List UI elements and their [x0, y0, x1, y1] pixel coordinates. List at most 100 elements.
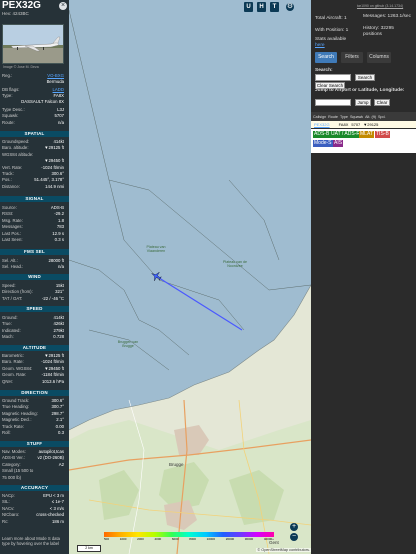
aircraft-callsign: PEX32G [2, 0, 41, 11]
accuracy-row: Rc: 186 m [2, 519, 64, 524]
aircraft-info-panel: PEX32G Hex: 4243BC × Image © Jose M. Dez… [0, 0, 69, 554]
legend-tick: 10000 [206, 537, 216, 541]
row-squawk: 5707 [351, 122, 361, 127]
spatial-key: Baro. altitude: [2, 145, 29, 151]
reg-row: Reg.: VO-BXG [2, 73, 64, 78]
map-zone-label-3: Bruggen van Brugge [117, 340, 139, 348]
tab-columns[interactable]: Columns [367, 52, 391, 63]
reg-link[interactable]: VO-BXG [47, 73, 64, 78]
section-stuff: STUFF [0, 441, 69, 447]
zoom-out-button[interactable]: − [290, 533, 298, 541]
column-header[interactable]: Spd. [378, 115, 386, 119]
section-spatial: SPATIAL [0, 131, 69, 137]
wind-row: TAT / OAT: -22 / -46 °C [2, 296, 64, 301]
legend-tick: 6000 [171, 537, 179, 541]
legend-tick: 20000 [225, 537, 235, 541]
direction-key: Track Rate: [2, 423, 25, 429]
accuracy-value: 186 m [52, 518, 64, 524]
jump-button[interactable]: Jump [355, 99, 371, 106]
speed-key: Ground: [2, 315, 18, 320]
source-badge: Mode-S [313, 140, 333, 147]
wind-value: 321° [55, 289, 64, 295]
column-header[interactable]: Type [340, 115, 348, 119]
map-button-t[interactable]: T [270, 2, 279, 12]
direction-row: Roll: 0.3 [2, 430, 64, 435]
column-header[interactable]: Route [328, 115, 338, 119]
right-sidebar: ◎ O K L V M P I R tar1090 on github (3.1… [311, 0, 416, 554]
search-button[interactable]: Search [355, 74, 375, 81]
ladd-link[interactable]: LADD [53, 87, 64, 92]
signal-key: Source: [2, 205, 17, 210]
map-canvas[interactable] [69, 0, 311, 554]
spatial-row: WGS84 altitude: [2, 152, 64, 157]
altitude-key: Barometric: [2, 353, 24, 358]
direction-value: 300.6° [51, 398, 64, 403]
tab-search[interactable]: Search [315, 52, 337, 63]
altitude-key: QNH: [2, 378, 13, 384]
accuracy-key: NACp: [2, 493, 15, 498]
fms-value: 28000 ft [48, 258, 64, 263]
spatial-row: Pos.: 51.445°, 3.178° [2, 177, 64, 182]
wind-row: Speed: 15kt [2, 283, 64, 288]
aircraft-photo[interactable] [2, 24, 64, 64]
version-link[interactable]: tar1090 on github (3.14.1734) [357, 4, 403, 8]
direction-row: Ground Track: 300.6° [2, 398, 64, 403]
speed-row: True: 426kt [2, 321, 64, 326]
legend-tick: 40000+ [263, 537, 274, 541]
section-wind: WIND [0, 274, 69, 280]
column-header[interactable]: Squawk [350, 115, 363, 119]
column-header[interactable]: Alt. (ft) [365, 115, 376, 119]
jump-input[interactable] [315, 99, 351, 106]
speed-row: Mach: 0.728 [2, 334, 64, 339]
accuracy-key: Rc: [2, 518, 9, 524]
settings-gear-icon[interactable]: ⚙ [286, 3, 294, 11]
close-icon[interactable]: × [59, 2, 67, 10]
accuracy-value: cross-checked [36, 512, 64, 518]
stats-link[interactable]: here [315, 43, 325, 49]
map-button-h[interactable]: H [257, 2, 266, 12]
direction-row: Magnetic Decl.: 2.1° [2, 417, 64, 422]
history-count: History: 32295 positions [363, 26, 394, 37]
map-button-u[interactable]: U [244, 2, 253, 12]
table-row[interactable]: PEX32G FA8X 5707 ▼29125 [311, 121, 416, 128]
search-input[interactable] [315, 74, 351, 81]
section-speed: SPEED [0, 306, 69, 312]
zoom-in-button[interactable]: + [290, 523, 298, 531]
direction-key: Magnetic Decl.: [2, 417, 32, 423]
altitude-key: Geom. WGS84: [2, 365, 33, 371]
row-callsign[interactable]: PEX32G [314, 122, 330, 127]
spatial-row: Track: 300.6° [2, 171, 64, 176]
source-legend: ADS-B UAT / ADS-R MLAT TIS-B Mode-S AIS [311, 129, 416, 153]
typedesc-row: Type Desc.: L3J [2, 107, 64, 112]
stats-available: Stats available [315, 37, 347, 42]
direction-row: Magnetic Heading: 298.7° [2, 411, 64, 416]
speed-value: 426kt [53, 321, 64, 327]
row-altitude: ▼29125 [363, 122, 379, 127]
stuff-value: A2 [58, 461, 64, 467]
altitude-row: Baro. Rate: -1024 ft/min [2, 359, 64, 364]
column-header[interactable]: Callsign [313, 115, 326, 119]
spatial-value: ▼29450 ft [44, 158, 64, 164]
map-zone-label-2: Plateau van de Noordzee [223, 260, 247, 268]
map-view[interactable]: Plateau van Vlaanderen Plateau van de No… [69, 0, 311, 554]
fms-row: Sel. Alt.: 28000 ft [2, 258, 64, 263]
source-badge: TIS-B [375, 131, 390, 138]
squawk-row: Squawk: 5707 [2, 113, 64, 118]
stuff-key: 75 000 lb) [2, 474, 22, 480]
signal-value: 1.8 [58, 217, 64, 223]
altitude-row: QNH: 1013.6 hPa [2, 379, 64, 384]
clear-jump-button[interactable]: Clear [374, 99, 390, 106]
map-attribution: © OpenStreetMap contributors. [256, 548, 311, 552]
speed-key: Mach: [2, 334, 14, 340]
speed-key: True: [2, 321, 12, 327]
map-zone-label-1: Plateau van Vlaanderen [146, 245, 166, 253]
spatial-key: Groundspeed: [2, 139, 30, 144]
direction-key: True Heading: [2, 404, 30, 410]
accuracy-key: NACv: [2, 505, 15, 511]
wind-row: Direction (from): 321° [2, 289, 64, 294]
altitude-row: Geom. Rate: -1184 ft/min [2, 372, 64, 377]
section-fms: FMS SEL [0, 249, 69, 255]
accuracy-value: ≤ 1e-7 [51, 499, 64, 505]
spatial-row: Baro. altitude: ▼29125 ft [2, 145, 64, 150]
tab-filters[interactable]: Filters [341, 52, 363, 63]
